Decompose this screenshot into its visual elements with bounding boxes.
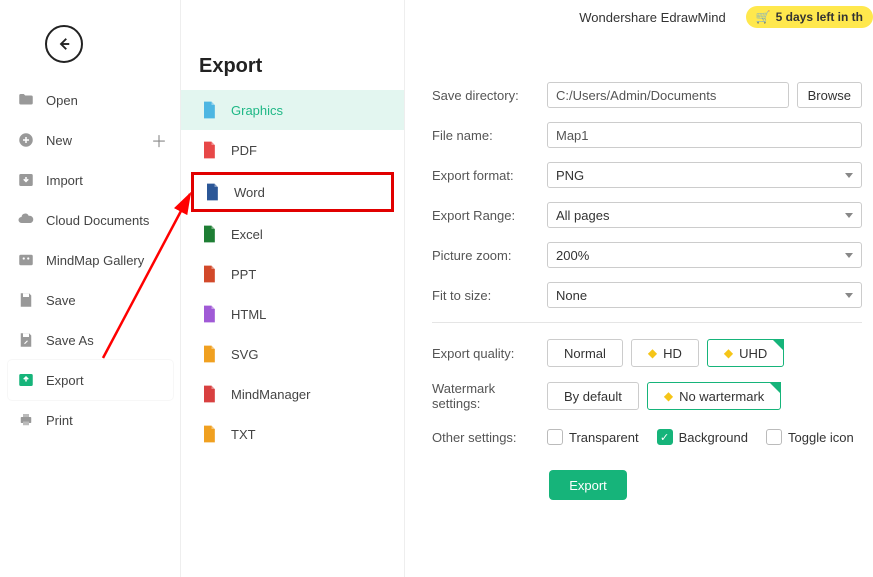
sidebar-item-export[interactable]: Export bbox=[8, 360, 173, 400]
import-icon bbox=[16, 170, 36, 190]
watermark-none[interactable]: ◆No wartermark bbox=[647, 382, 781, 410]
sidebar-item-save[interactable]: Save bbox=[8, 280, 173, 320]
sidebar-item-label: Export bbox=[46, 373, 84, 388]
watermark-label: Watermark settings: bbox=[432, 381, 547, 411]
sidebar-item-label: MindMap Gallery bbox=[46, 253, 144, 268]
quality-hd[interactable]: ◆HD bbox=[631, 339, 699, 367]
sidebar-item-label: Save bbox=[46, 293, 76, 308]
checkbox-icon bbox=[547, 429, 563, 445]
save-icon bbox=[16, 290, 36, 310]
format-label: TXT bbox=[231, 427, 256, 442]
app-title: Wondershare EdrawMind bbox=[579, 10, 725, 25]
export-settings: Save directory: Browse File name: Export… bbox=[432, 82, 862, 459]
other-label: Other settings: bbox=[432, 430, 547, 445]
format-item-html[interactable]: HTML bbox=[181, 294, 404, 334]
cloud-icon bbox=[16, 210, 36, 230]
format-item-graphics[interactable]: Graphics bbox=[181, 90, 404, 130]
checkbox-toggle-icon[interactable]: Toggle icon bbox=[766, 429, 854, 445]
sidebar-item-print[interactable]: Print bbox=[8, 400, 173, 440]
trial-badge[interactable]: 🛒 5 days left in th bbox=[746, 6, 873, 28]
file-word-icon bbox=[202, 182, 222, 202]
divider bbox=[432, 322, 862, 323]
cart-icon: 🛒 bbox=[756, 10, 771, 24]
sidebar-item-import[interactable]: Import bbox=[8, 160, 173, 200]
file-ppt-icon bbox=[199, 264, 219, 284]
sidebar-item-gallery[interactable]: MindMap Gallery bbox=[8, 240, 173, 280]
format-item-mindmanager[interactable]: MindManager bbox=[181, 374, 404, 414]
sidebar-item-save-as[interactable]: Save As bbox=[8, 320, 173, 360]
zoom-label: Picture zoom: bbox=[432, 248, 547, 263]
fit-select[interactable]: None bbox=[547, 282, 862, 308]
checkbox-background[interactable]: ✓ Background bbox=[657, 429, 748, 445]
diamond-icon: ◆ bbox=[724, 346, 733, 360]
sidebar-item-open[interactable]: Open bbox=[8, 80, 173, 120]
quality-label: Export quality: bbox=[432, 346, 547, 361]
sidebar-item-label: Print bbox=[46, 413, 73, 428]
save-dir-label: Save directory: bbox=[432, 88, 547, 103]
sidebar-item-label: Open bbox=[46, 93, 78, 108]
browse-button[interactable]: Browse bbox=[797, 82, 862, 108]
sidebar-item-label: Cloud Documents bbox=[46, 213, 149, 228]
file-excel-icon bbox=[199, 224, 219, 244]
sidebar-item-label: Import bbox=[46, 173, 83, 188]
file-html-icon bbox=[199, 304, 219, 324]
sidebar-item-label: New bbox=[46, 133, 72, 148]
format-label: MindManager bbox=[231, 387, 311, 402]
save-as-icon bbox=[16, 330, 36, 350]
export-format-panel: Export Graphics PDF Word Excel PPT HTML SVG Min… bbox=[180, 0, 405, 577]
print-icon bbox=[16, 410, 36, 430]
zoom-select[interactable]: 200% bbox=[547, 242, 862, 268]
sidebar-item-cloud[interactable]: Cloud Documents bbox=[8, 200, 173, 240]
checkbox-icon bbox=[766, 429, 782, 445]
quality-normal[interactable]: Normal bbox=[547, 339, 623, 367]
file-txt-icon bbox=[199, 424, 219, 444]
format-label: PPT bbox=[231, 267, 256, 282]
quality-uhd[interactable]: ◆UHD bbox=[707, 339, 784, 367]
sidebar-item-new[interactable]: New ＋ bbox=[8, 120, 173, 160]
topbar: Wondershare EdrawMind 🛒 5 days left in t… bbox=[579, 6, 873, 28]
save-dir-input[interactable] bbox=[547, 82, 789, 108]
sidebar-item-label: Save As bbox=[46, 333, 94, 348]
plus-icon[interactable]: ＋ bbox=[151, 128, 167, 152]
format-item-svg[interactable]: SVG bbox=[181, 334, 404, 374]
format-item-pdf[interactable]: PDF bbox=[181, 130, 404, 170]
file-graphics-icon bbox=[199, 100, 219, 120]
format-label: Export format: bbox=[432, 168, 547, 183]
gallery-icon bbox=[16, 250, 36, 270]
format-label: Excel bbox=[231, 227, 263, 242]
checkbox-checked-icon: ✓ bbox=[657, 429, 673, 445]
format-label: Word bbox=[234, 185, 265, 200]
fit-label: Fit to size: bbox=[432, 288, 547, 303]
format-item-word[interactable]: Word bbox=[191, 172, 394, 212]
panel-title: Export bbox=[181, 55, 404, 90]
diamond-icon: ◆ bbox=[648, 346, 657, 360]
diamond-icon: ◆ bbox=[664, 389, 673, 403]
back-button[interactable] bbox=[45, 25, 83, 63]
range-label: Export Range: bbox=[432, 208, 547, 223]
format-label: SVG bbox=[231, 347, 258, 362]
format-item-ppt[interactable]: PPT bbox=[181, 254, 404, 294]
file-name-label: File name: bbox=[432, 128, 547, 143]
format-label: Graphics bbox=[231, 103, 283, 118]
range-select[interactable]: All pages bbox=[547, 202, 862, 228]
checkbox-transparent[interactable]: Transparent bbox=[547, 429, 639, 445]
export-icon bbox=[16, 370, 36, 390]
format-select[interactable]: PNG bbox=[547, 162, 862, 188]
plus-circle-icon bbox=[16, 130, 36, 150]
folder-icon bbox=[16, 90, 36, 110]
format-item-excel[interactable]: Excel bbox=[181, 214, 404, 254]
file-mindmanager-icon bbox=[199, 384, 219, 404]
file-svg-icon bbox=[199, 344, 219, 364]
sidebar: Open New ＋ Import Cloud Documents MindMa… bbox=[8, 80, 173, 440]
format-item-txt[interactable]: TXT bbox=[181, 414, 404, 454]
file-pdf-icon bbox=[199, 140, 219, 160]
arrow-left-icon bbox=[55, 35, 73, 53]
format-label: HTML bbox=[231, 307, 266, 322]
file-name-input[interactable] bbox=[547, 122, 862, 148]
export-button[interactable]: Export bbox=[549, 470, 627, 500]
format-label: PDF bbox=[231, 143, 257, 158]
watermark-default[interactable]: By default bbox=[547, 382, 639, 410]
